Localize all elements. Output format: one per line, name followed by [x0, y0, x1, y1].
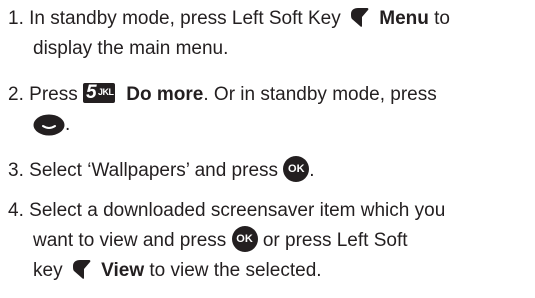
step-2-line-2: . — [33, 110, 70, 140]
step-text: In standby mode, press Left Soft Key — [29, 8, 341, 29]
step-number: 4. — [8, 200, 24, 221]
view-label: View — [101, 260, 145, 281]
menu-label: Menu — [379, 8, 429, 29]
step-text: Select ‘Wallpapers’ and press — [29, 160, 279, 181]
step-2-line-1: 2. Press 5 JKL Do more. Or in standby mo… — [8, 80, 437, 110]
step-text: want to view and press — [33, 230, 227, 251]
key-5-jkl-icon: 5 JKL — [83, 82, 115, 103]
step-number: 1. — [8, 8, 24, 29]
step-1-line-1: 1. In standby mode, press Left Soft Key … — [8, 4, 450, 34]
step-text: display the main menu. — [33, 38, 229, 59]
key-number: 5 — [86, 81, 97, 103]
step-text: key — [33, 260, 63, 281]
step-text: or press Left Soft — [262, 230, 408, 251]
step-text: Select a downloaded screensaver item whi… — [29, 200, 446, 221]
step-text: to view the selected. — [149, 260, 322, 281]
ok-button-icon: OK — [283, 155, 310, 182]
step-text: to — [428, 8, 450, 29]
step-3-line-1: 3. Select ‘Wallpapers’ and press OK. — [8, 155, 315, 186]
left-soft-key-icon — [70, 258, 92, 280]
ok-button-icon: OK — [231, 225, 258, 252]
step-text: Press — [29, 84, 78, 105]
step-1-line-2: display the main menu. — [33, 34, 228, 64]
step-text: . Or in standby mode, press — [203, 84, 437, 105]
end-key-icon — [33, 114, 65, 136]
step-number: 2. — [8, 84, 24, 105]
left-soft-key-icon — [348, 6, 370, 28]
ok-label: OK — [236, 232, 253, 245]
ok-label: OK — [288, 162, 305, 175]
step-4-line-3: key View to view the selected. — [33, 256, 322, 286]
step-text: . — [309, 160, 315, 181]
step-number: 3. — [8, 160, 24, 181]
step-4-line-1: 4. Select a downloaded screensaver item … — [8, 196, 445, 226]
key-letters: JKL — [98, 86, 114, 97]
step-4-line-2: want to view and press OK or press Left … — [33, 225, 408, 256]
step-text: . — [65, 114, 71, 135]
do-more-label: Do more — [126, 84, 204, 105]
